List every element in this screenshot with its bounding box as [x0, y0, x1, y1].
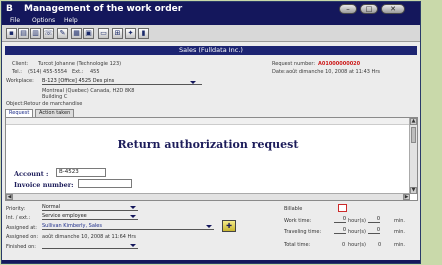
assignment-panel: Priority: Normal Int. / ext.: Service em…: [2, 202, 420, 263]
toolbar: ▪ ▤ ▥ ☏ ✎ ▦ ▣ ▭ ⊞ ✦ ▮: [2, 25, 420, 42]
finished-on-label: Finished on:: [6, 244, 36, 250]
ext-value: 455: [90, 69, 100, 75]
int-ext-value: Service employee: [42, 213, 87, 219]
tel-value: (514) 455-5554: [28, 69, 68, 75]
maximize-button[interactable]: □: [360, 4, 378, 14]
menu-options[interactable]: Options: [32, 17, 55, 24]
chevron-down-icon: [206, 225, 212, 228]
priority-select[interactable]: Normal: [42, 204, 138, 211]
int-ext-label: Int. / ext.:: [6, 215, 31, 221]
status-bar: [2, 260, 420, 263]
client-info-panel: Client: Turcot Johanne (Technologie 123)…: [2, 56, 420, 107]
add-assignee-button[interactable]: ✚: [222, 220, 236, 232]
hours-unit: hour(s): [348, 229, 366, 235]
min-unit: min.: [394, 229, 406, 235]
priority-value: Normal: [42, 204, 61, 210]
title-bar: B Management of the work order – □ ✕: [2, 2, 420, 16]
tab-action-taken[interactable]: Action taken: [35, 109, 75, 117]
stamp-icon[interactable]: ▣: [83, 28, 94, 39]
save-icon[interactable]: ▪: [6, 28, 17, 39]
invoice-number-label: Invoice number:: [14, 181, 74, 189]
total-time-label: Total time:: [284, 242, 311, 248]
chevron-down-icon: [190, 81, 196, 84]
object-label: Object:: [6, 101, 24, 107]
finished-on-select[interactable]: [42, 242, 138, 249]
scroll-up-icon[interactable]: ▲: [410, 118, 417, 125]
menu-bar: File Options Help: [2, 16, 420, 25]
traveling-time-label: Traveling time:: [284, 229, 322, 235]
print-icon[interactable]: ▥: [30, 28, 41, 39]
tel-label: Tel.:: [12, 69, 22, 75]
ext-label: Ext.:: [72, 69, 84, 75]
attachment-icon[interactable]: ⊞: [112, 28, 123, 39]
department-bar: Sales (Fulldata Inc.): [5, 46, 417, 55]
minimize-button[interactable]: –: [339, 4, 357, 14]
close-button[interactable]: ✕: [381, 4, 405, 14]
work-time-hours[interactable]: 0: [334, 216, 346, 223]
workplace-value: B-123 [Office] 4525 Des pins: [42, 78, 115, 84]
document-content: Return authorization request Account : B…: [6, 125, 410, 194]
menu-file[interactable]: File: [10, 17, 20, 24]
tab-request[interactable]: Request: [5, 109, 34, 117]
assigned-at-value: Sullivan Kimberly, Sales: [42, 223, 102, 229]
work-time-minutes[interactable]: 0: [368, 216, 380, 223]
object-value: Retour de marchandise: [24, 101, 83, 107]
billable-checkbox[interactable]: [338, 204, 347, 212]
bar-chart-icon[interactable]: ▮: [138, 28, 149, 39]
address-line2: Building C: [42, 94, 68, 100]
tools-icon[interactable]: ✎: [57, 28, 68, 39]
folder-icon[interactable]: ▭: [98, 28, 109, 39]
request-number-label: Request number:: [272, 61, 316, 67]
total-time-minutes: 0: [378, 242, 382, 248]
chevron-down-icon: [130, 244, 136, 247]
work-time-label: Work time:: [284, 218, 312, 224]
hours-unit: hour(s): [348, 242, 366, 248]
date-value: août dimanche 10, 2008 at 11:43 Hrs: [286, 69, 380, 75]
scroll-thumb[interactable]: [411, 127, 416, 143]
scroll-down-icon[interactable]: ▼: [410, 187, 417, 194]
total-time-hours: 0: [342, 242, 346, 248]
client-label: Client:: [12, 61, 29, 67]
invoice-number-input[interactable]: [78, 179, 132, 188]
assigned-at-select[interactable]: Sullivan Kimberly, Sales: [42, 223, 214, 230]
min-unit: min.: [394, 218, 406, 224]
request-document-frame: Return authorization request Account : B…: [5, 117, 418, 201]
chevron-down-icon: [130, 206, 136, 209]
account-input[interactable]: B-4523: [56, 168, 106, 177]
app-icon: B: [6, 4, 13, 14]
priority-label: Priority:: [6, 206, 26, 212]
traveling-time-minutes[interactable]: 0: [368, 227, 380, 234]
lightbulb-icon[interactable]: ✦: [125, 28, 136, 39]
scroll-left-icon[interactable]: ◀: [6, 194, 13, 200]
menu-help[interactable]: Help: [64, 17, 78, 24]
document-toolbar: [6, 118, 410, 125]
client-value: Turcot Johanne (Technologie 123): [38, 61, 122, 67]
traveling-time-hours[interactable]: 0: [334, 227, 346, 234]
telephone-icon[interactable]: ☏: [43, 28, 54, 39]
workplace-select[interactable]: B-123 [Office] 4525 Des pins: [42, 78, 202, 85]
billable-label: Billable: [284, 206, 303, 212]
document-title: Return authorization request: [117, 138, 299, 151]
assigned-on-value: août dimanche 10, 2008 at 11:64 Hrs: [42, 234, 136, 240]
assigned-at-label: Assigned at:: [6, 225, 37, 231]
workplace-label: Workplace:: [6, 78, 34, 84]
window-title: Management of the work order: [24, 4, 183, 14]
document-icon[interactable]: ▤: [18, 28, 29, 39]
account-label: Account :: [14, 170, 49, 178]
int-ext-select[interactable]: Service employee: [42, 213, 138, 220]
chevron-down-icon: [130, 215, 136, 218]
min-unit: min.: [394, 242, 406, 248]
horizontal-scrollbar[interactable]: ◀ ▶: [6, 193, 410, 200]
request-number-value: A01000000020: [318, 61, 361, 67]
assigned-on-label: Assigned on:: [6, 234, 39, 240]
date-label: Date:: [272, 69, 286, 75]
scroll-right-icon[interactable]: ▶: [403, 194, 410, 200]
work-order-window: B Management of the work order – □ ✕ Fil…: [1, 1, 421, 264]
vertical-scrollbar[interactable]: ▲ ▼: [409, 118, 417, 194]
calendar-icon[interactable]: ▦: [71, 28, 82, 39]
hours-unit: hour(s): [348, 218, 366, 224]
